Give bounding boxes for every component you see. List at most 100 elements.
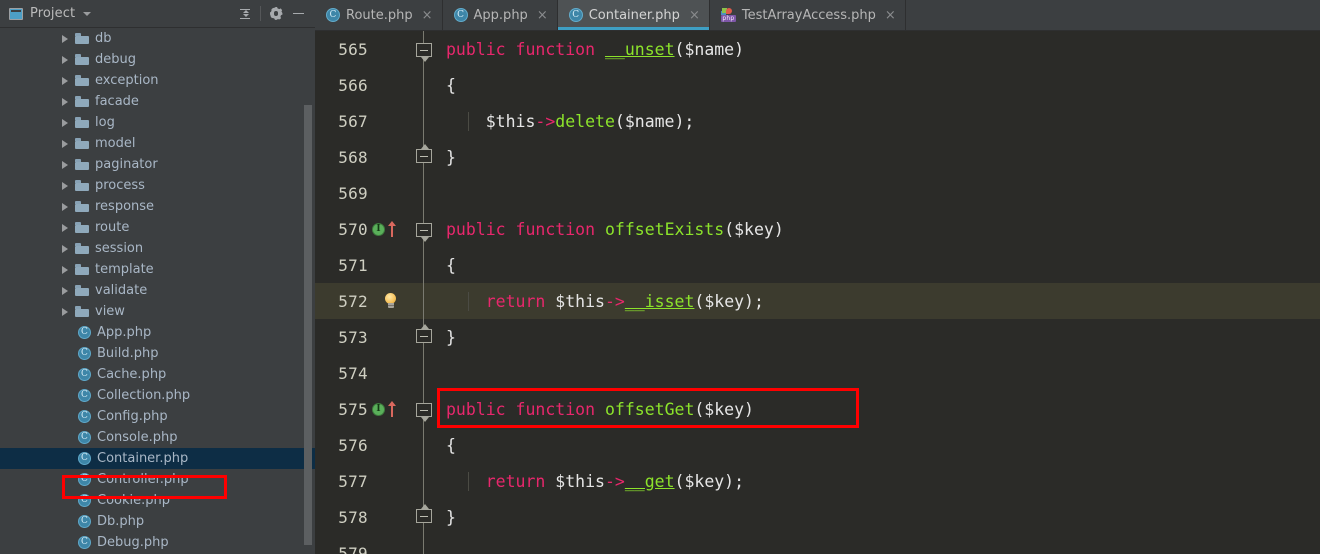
close-icon[interactable]: × <box>537 9 548 22</box>
close-icon[interactable]: × <box>422 9 433 22</box>
implementing-method-icon[interactable]: I <box>372 222 385 236</box>
line-number: 569 <box>338 183 368 203</box>
override-arrow-icon[interactable] <box>387 401 396 417</box>
code-text[interactable]: public function offsetExists($key) <box>438 220 1320 239</box>
tree-folder-row[interactable]: db <box>0 28 315 49</box>
code-text[interactable]: { <box>438 76 1320 95</box>
code-line[interactable]: 574 <box>315 355 1320 391</box>
expand-arrow-icon[interactable] <box>62 34 68 43</box>
implementing-method-icon[interactable]: I <box>372 402 385 416</box>
code-line[interactable]: 565 public function __unset($name) <box>315 31 1320 67</box>
fold-collapse-icon[interactable] <box>416 223 432 242</box>
expand-arrow-icon[interactable] <box>62 160 68 169</box>
tree-folder-row[interactable]: session <box>0 238 315 259</box>
tree-folder-row[interactable]: process <box>0 175 315 196</box>
tree-folder-row[interactable]: route <box>0 217 315 238</box>
fold-collapse-icon[interactable] <box>416 403 432 422</box>
code-line[interactable]: 571 { <box>315 247 1320 283</box>
chevron-down-icon[interactable] <box>83 11 92 16</box>
code-line[interactable]: 578} <box>315 499 1320 535</box>
tree-folder-row[interactable]: debug <box>0 49 315 70</box>
intention-bulb-icon[interactable] <box>384 293 397 309</box>
code-text[interactable]: } <box>438 328 1320 347</box>
expand-arrow-icon[interactable] <box>62 223 68 232</box>
tree-folder-row[interactable]: response <box>0 196 315 217</box>
expand-arrow-icon[interactable] <box>62 265 68 274</box>
editor-tab[interactable]: C Route.php × <box>315 0 443 30</box>
code-line[interactable]: 566 { <box>315 67 1320 103</box>
expand-arrow-icon[interactable] <box>62 97 68 106</box>
tree-file-row[interactable]: C Collection.php <box>0 385 315 406</box>
fold-gutter <box>410 427 438 463</box>
fold-collapse-icon[interactable] <box>416 43 432 62</box>
fold-collapse-end-icon[interactable] <box>416 144 432 163</box>
tree-file-row[interactable]: C Cookie.php <box>0 490 315 511</box>
code-line[interactable]: 579 <box>315 535 1320 554</box>
code-text[interactable]: public function offsetGet($key) <box>438 400 1320 419</box>
expand-arrow-icon[interactable] <box>62 202 68 211</box>
tree-folder-row[interactable]: exception <box>0 70 315 91</box>
tree-folder-row[interactable]: template <box>0 259 315 280</box>
editor-tab[interactable]: C App.php × <box>442 0 558 30</box>
code-text[interactable]: { <box>438 256 1320 275</box>
tree-folder-row[interactable]: facade <box>0 91 315 112</box>
tree-folder-row[interactable]: model <box>0 133 315 154</box>
code-text[interactable]: { <box>438 436 1320 455</box>
project-tree[interactable]: db debug exception facade log model paginator p… <box>0 28 315 554</box>
fold-collapse-end-icon[interactable] <box>416 504 432 523</box>
code-line[interactable]: 577 return $this->__get($key); <box>315 463 1320 499</box>
code-text[interactable]: public function __unset($name) <box>438 40 1320 59</box>
code-text[interactable]: return $this->__get($key); <box>438 471 1320 491</box>
editor-tab[interactable]: php TestArrayAccess.php × <box>709 0 906 30</box>
expand-arrow-icon[interactable] <box>62 244 68 253</box>
code-line[interactable]: 573} <box>315 319 1320 355</box>
tree-file-row[interactable]: C Debug.php <box>0 532 315 553</box>
folder-icon <box>75 285 89 296</box>
code-line[interactable]: 570 Ipublic function offsetExists($key) <box>315 211 1320 247</box>
tree-file-row[interactable]: C Db.php <box>0 511 315 532</box>
tree-folder-row[interactable]: validate <box>0 280 315 301</box>
tree-folder-row[interactable]: view <box>0 301 315 322</box>
tree-file-row[interactable]: C Controller.php <box>0 469 315 490</box>
tree-file-row[interactable]: C Cache.php <box>0 364 315 385</box>
line-number: 579 <box>338 543 368 554</box>
code-text[interactable]: } <box>438 508 1320 527</box>
tree-file-row[interactable]: C Container.php <box>0 448 315 469</box>
expand-arrow-icon[interactable] <box>62 55 68 64</box>
code-line[interactable]: 572 return $this->__isset($key); <box>315 283 1320 319</box>
expand-arrow-icon[interactable] <box>62 307 68 316</box>
tree-file-row[interactable]: C Console.php <box>0 427 315 448</box>
expand-arrow-icon[interactable] <box>62 181 68 190</box>
folder-icon <box>75 264 89 275</box>
folder-icon <box>75 75 89 86</box>
code-text[interactable]: return $this->__isset($key); <box>438 291 1320 311</box>
close-icon[interactable]: × <box>689 9 700 22</box>
code-text[interactable]: } <box>438 148 1320 167</box>
tree-folder-row[interactable]: log <box>0 112 315 133</box>
editor-tab-label: Container.php <box>588 7 680 23</box>
expand-arrow-icon[interactable] <box>62 76 68 85</box>
expand-arrow-icon[interactable] <box>62 286 68 295</box>
tree-folder-row[interactable]: paginator <box>0 154 315 175</box>
tree-file-row[interactable]: C App.php <box>0 322 315 343</box>
expand-arrow-icon[interactable] <box>62 118 68 127</box>
tree-file-row[interactable]: C Config.php <box>0 406 315 427</box>
code-line[interactable]: 575 Ipublic function offsetGet($key) <box>315 391 1320 427</box>
tree-row-label: Cache.php <box>97 367 167 382</box>
collapse-all-button[interactable] <box>234 3 256 25</box>
code-line[interactable]: 569 <box>315 175 1320 211</box>
settings-button[interactable] <box>265 3 287 25</box>
code-line[interactable]: 567 $this->delete($name); <box>315 103 1320 139</box>
code-text[interactable]: $this->delete($name); <box>438 111 1320 131</box>
code-viewport[interactable]: 565 public function __unset($name) 566 {567… <box>315 31 1320 554</box>
editor-tab[interactable]: C Container.php × <box>557 0 710 30</box>
expand-arrow-icon[interactable] <box>62 139 68 148</box>
code-line[interactable]: 576 { <box>315 427 1320 463</box>
fold-collapse-end-icon[interactable] <box>416 324 432 343</box>
close-icon[interactable]: × <box>885 9 896 22</box>
code-line[interactable]: 568} <box>315 139 1320 175</box>
project-tree-scrollbar[interactable] <box>304 105 312 545</box>
hide-panel-button[interactable] <box>287 3 309 25</box>
override-arrow-icon[interactable] <box>387 221 396 237</box>
tree-file-row[interactable]: C Build.php <box>0 343 315 364</box>
